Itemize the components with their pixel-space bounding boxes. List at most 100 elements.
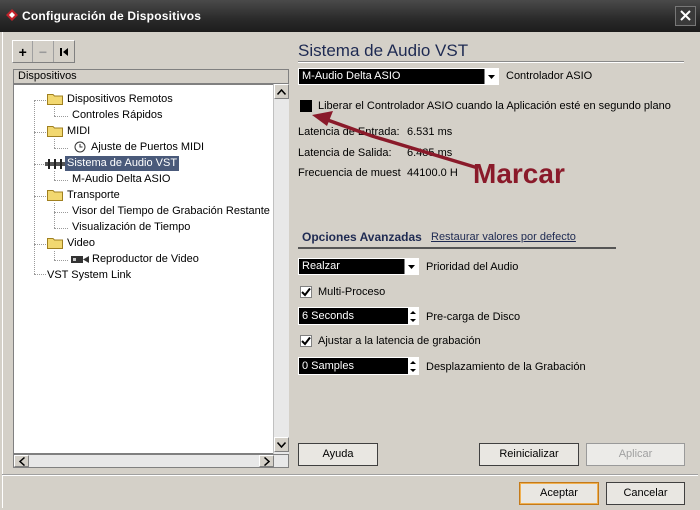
adjust-latency-label: Ajustar a la latencia de grabación [318,335,481,347]
chevron-right-icon [263,456,270,466]
reset-device-button[interactable] [54,41,74,62]
reset-button[interactable]: Reinicializar [479,443,579,466]
tree-item-m-audio-delta-asio[interactable]: M-Audio Delta ASIO [72,172,170,187]
asio-driver-value: M-Audio Delta ASIO [302,70,401,82]
folder-icon [47,94,63,105]
chevron-down-icon [404,259,418,274]
tree-connector [54,203,55,228]
release-driver-label: Liberar el Controlador ASIO cuando la Ap… [318,100,671,112]
disk-preload-label: Pre-carga de Disco [426,311,521,323]
record-shift-label: Desplazamiento de la Grabación [426,361,586,373]
audio-priority-label: Prioridad del Audio [426,261,519,273]
folder-icon [47,238,63,249]
sample-rate-value: 44100.0 H [407,167,458,179]
input-latency-value: 6.531 ms [407,126,453,138]
remove-device-button[interactable]: − [33,41,54,62]
minus-icon: − [38,43,48,60]
up-arrow-icon [408,358,418,366]
annotation-label: Marcar [473,158,565,189]
stepper-arrows[interactable] [408,358,418,374]
output-latency-label: Latencia de Salida: [298,147,392,159]
cubase-app-icon [6,9,18,21]
video-player-icon [71,256,89,263]
disk-preload-stepper[interactable]: 6 Seconds [298,307,419,325]
disk-preload-value: 6 Seconds [302,310,354,322]
folder-icon [47,190,63,201]
device-tree: Dispositivos Remotos Controles Rápidos M… [13,84,289,454]
tree-connector [34,274,46,275]
release-driver-checkbox[interactable] [300,100,312,112]
audio-priority-value: Realzar [302,260,340,272]
tree-item-reproductor-video[interactable]: Reproductor de Video [92,252,199,267]
input-latency-label: Latencia de Entrada: [298,126,400,138]
tree-connector [34,196,46,197]
record-shift-stepper[interactable]: 0 Samples [298,357,419,375]
tree-connector [54,180,68,181]
skip-back-icon [59,47,68,56]
tree-item-controles-rapidos[interactable]: Controles Rápidos [72,108,163,123]
tree-connector [54,139,55,148]
plus-icon: + [18,43,27,60]
tree-connector [34,244,46,245]
tree-connector [54,212,68,213]
scroll-left-button[interactable] [14,455,29,467]
sample-rate-label: Frecuencia de muest [298,167,401,179]
close-icon [680,10,691,21]
tree-item-visor-tiempo-grabacion[interactable]: Visor del Tiempo de Grabación Restante [72,204,270,219]
tree-item-sistema-audio-vst[interactable]: Sistema de Audio VST [65,156,180,171]
adjust-latency-checkbox[interactable] [300,335,312,347]
close-button[interactable] [675,6,696,26]
divider [298,61,684,63]
tree-toolbar: + − [12,40,75,63]
asio-driver-select[interactable]: M-Audio Delta ASIO [298,68,499,85]
divider [2,474,698,476]
stepper-arrows[interactable] [408,308,418,324]
multiprocess-label: Multi-Proceso [318,286,386,298]
tree-item-transporte[interactable]: Transporte [67,188,120,203]
down-arrow-icon [408,366,418,374]
record-shift-value: 0 Samples [302,360,354,372]
help-button[interactable]: Ayuda [298,443,378,466]
output-latency-value: 6.485 ms [407,147,453,159]
tree-connector [34,132,46,133]
cancel-button[interactable]: Cancelar [606,482,685,505]
folder-icon [47,126,63,137]
up-arrow-icon [408,308,418,316]
tree-connector [34,100,35,274]
scroll-right-button[interactable] [259,455,274,467]
chevron-left-icon [18,456,25,466]
audio-system-icon [45,159,65,169]
panel-title: Sistema de Audio VST [298,41,469,60]
chevron-up-icon [277,88,286,95]
accept-button[interactable]: Aceptar [519,482,599,505]
down-arrow-icon [408,316,418,324]
tree-item-visualizacion-tiempo[interactable]: Visualización de Tiempo [72,220,190,235]
tree-connector [34,100,46,101]
tree-item-dispositivos-remotos[interactable]: Dispositivos Remotos [67,92,173,107]
clock-icon [74,141,86,153]
tree-header: Dispositivos [13,69,289,84]
restore-defaults-link[interactable]: Restaurar valores por defecto [431,231,576,243]
window-title: Configuración de Dispositivos [22,9,202,23]
add-device-button[interactable]: + [13,41,34,62]
tree-item-midi[interactable]: MIDI [67,124,90,139]
audio-priority-select[interactable]: Realzar [298,258,419,275]
chevron-down-icon [484,69,498,84]
tree-vertical-scrollbar[interactable] [273,84,289,454]
advanced-options-title: Opciones Avanzadas [302,230,422,244]
apply-button[interactable]: Aplicar [586,443,685,466]
tree-connector [54,260,68,261]
tree-item-vst-system-link[interactable]: VST System Link [47,268,131,283]
asio-driver-label: Controlador ASIO [506,70,593,82]
tree-horizontal-scrollbar[interactable] [13,454,289,468]
tree-item-video[interactable]: Video [67,236,95,251]
tree-item-ajuste-puertos-midi[interactable]: Ajuste de Puertos MIDI [91,140,204,155]
multiprocess-checkbox[interactable] [300,286,312,298]
scroll-down-button[interactable] [274,437,289,452]
scroll-up-button[interactable] [274,84,289,99]
checkmark-icon [301,336,311,346]
checkmark-icon [301,287,311,297]
tree-connector [54,171,55,180]
tree-connector [54,148,68,149]
tree-connector [54,116,68,117]
